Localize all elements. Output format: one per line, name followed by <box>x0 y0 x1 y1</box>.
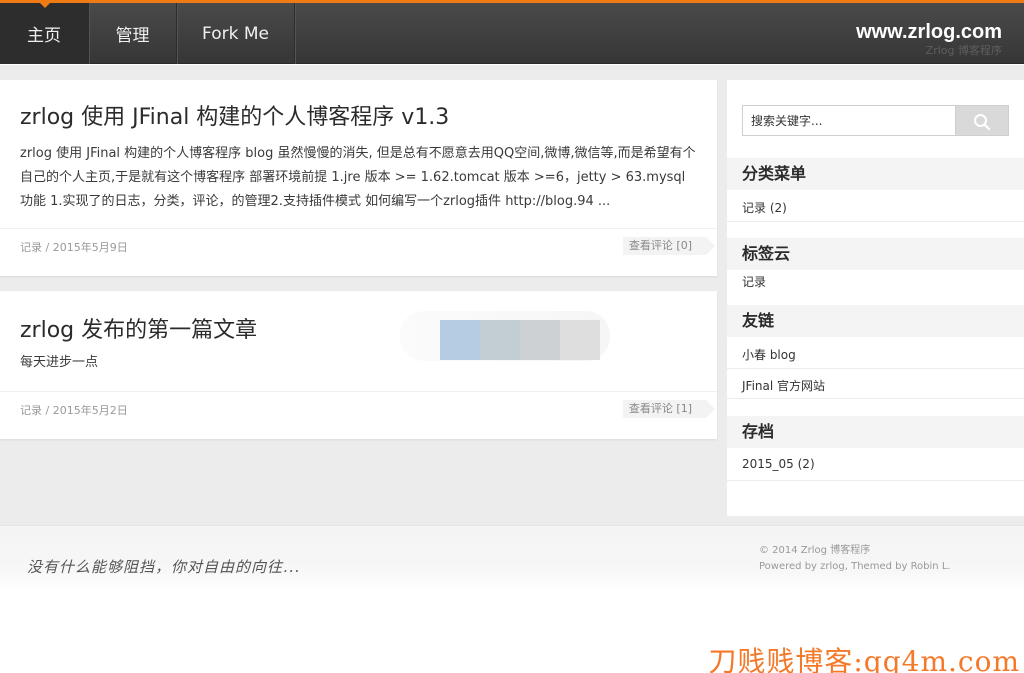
divider <box>727 221 1024 222</box>
post-footer: 记录 / 2015年5月2日 查看评论 [1] <box>0 391 717 431</box>
site-header: 主页 管理 Fork Me www.zrlog.com Zrlog 博客程序 <box>0 2 1024 64</box>
search-input[interactable] <box>742 105 956 136</box>
view-comments-link[interactable]: 查看评论 [1] <box>622 400 716 418</box>
divider <box>727 480 1024 481</box>
main-nav: 主页 管理 Fork Me <box>0 2 295 64</box>
site-footer: 没有什么能够阻挡，你对自由的向往... © 2014 Zrlog 博客程序 Po… <box>0 525 1024 589</box>
post-footer: 记录 / 2015年5月9日 查看评论 [0] <box>0 228 717 268</box>
tag-item[interactable]: 记录 <box>742 273 766 290</box>
categories-title: 分类菜单 <box>727 158 1024 190</box>
search-icon <box>974 114 991 131</box>
post-excerpt: 每天进步一点 <box>20 355 99 370</box>
view-comments-link[interactable]: 查看评论 [0] <box>622 237 716 255</box>
post-meta[interactable]: 记录 / 2015年5月9日 <box>20 239 128 255</box>
post-title[interactable]: zrlog 发布的第一篇文章 <box>20 312 257 344</box>
post-meta[interactable]: 记录 / 2015年5月2日 <box>20 402 128 418</box>
watermark-text: 刀贱贱博客:qq4m.com <box>708 645 1020 673</box>
post-card: zrlog 使用 JFinal 构建的个人博客程序 v1.3 zrlog 使用 … <box>0 80 717 276</box>
nav-fork-me[interactable]: Fork Me <box>177 3 295 64</box>
archive-item[interactable]: 2015_05 (2) <box>742 457 815 471</box>
active-caret-icon <box>39 2 51 8</box>
search-button[interactable] <box>956 105 1009 136</box>
nav-fork-me-label: Fork Me <box>202 23 269 44</box>
nav-admin[interactable]: 管理 <box>89 3 177 64</box>
copyright-line: © 2014 Zrlog 博客程序 <box>759 545 871 556</box>
category-item[interactable]: 记录 (2) <box>742 199 787 216</box>
footer-motto: 没有什么能够阻挡，你对自由的向往... <box>27 558 301 576</box>
divider <box>727 368 1024 369</box>
footer-copyright: © 2014 Zrlog 博客程序 Powered by zrlog, Them… <box>759 543 951 575</box>
nav-home[interactable]: 主页 <box>0 2 89 64</box>
post-title[interactable]: zrlog 使用 JFinal 构建的个人博客程序 v1.3 <box>20 99 449 131</box>
archives-title: 存档 <box>727 416 1024 448</box>
link-item[interactable]: 小春 blog <box>742 346 796 363</box>
nav-home-label: 主页 <box>27 26 61 46</box>
nav-admin-label: 管理 <box>115 26 150 46</box>
divider <box>727 398 1024 399</box>
brand[interactable]: www.zrlog.com Zrlog 博客程序 <box>856 20 1002 57</box>
tags-title: 标签云 <box>727 238 1024 270</box>
powered-by-line: Powered by zrlog, Themed by Robin L. <box>759 561 951 572</box>
post-excerpt: zrlog 使用 JFinal 构建的个人博客程序 blog 虽然慢慢的消失, … <box>20 146 696 209</box>
brand-title[interactable]: www.zrlog.com <box>856 20 1002 44</box>
link-item[interactable]: JFinal 官方网站 <box>742 377 825 394</box>
brand-subtitle: Zrlog 博客程序 <box>925 44 1002 57</box>
links-title: 友链 <box>727 305 1024 337</box>
post-card: zrlog 发布的第一篇文章 每天进步一点 记录 / 2015年5月2日 查看评… <box>0 291 717 439</box>
sidebar: 分类菜单 记录 (2) 标签云 记录 友链 小春 blog JFinal 官方网… <box>727 80 1024 516</box>
